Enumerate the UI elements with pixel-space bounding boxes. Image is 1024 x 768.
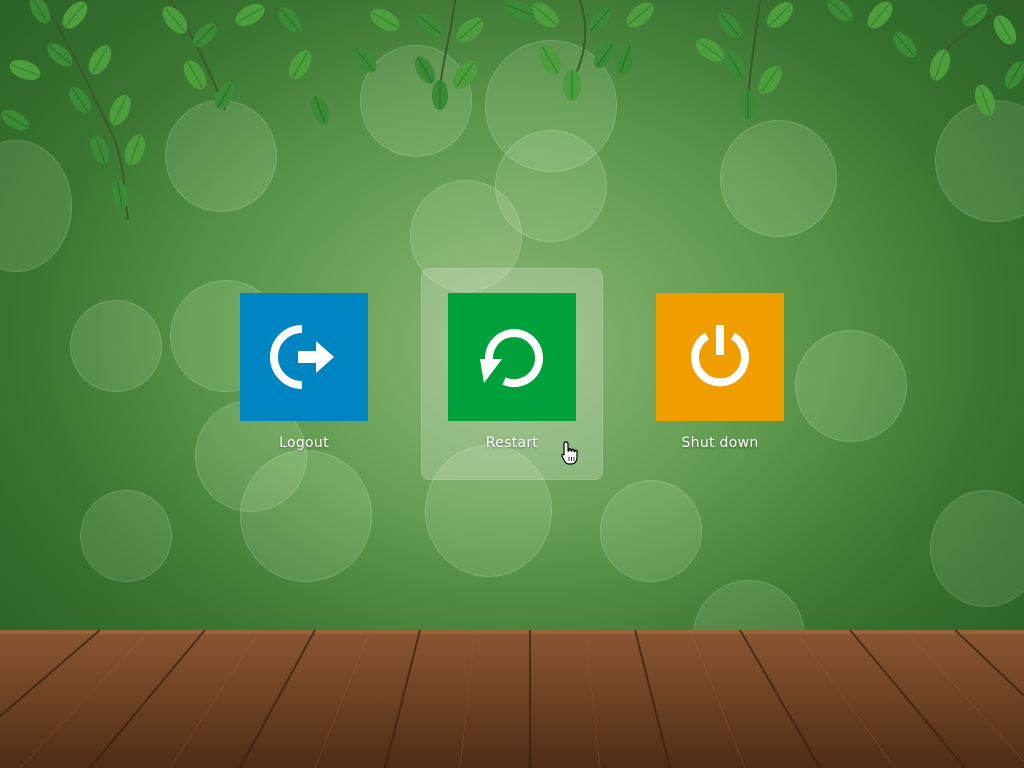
shutdown-tile[interactable] [656,293,784,421]
restart-button[interactable]: Restart [421,268,603,480]
restart-icon [480,329,544,388]
restart-tile[interactable] [448,293,576,421]
foliage-decoration [0,0,1024,221]
restart-label: Restart [485,435,539,451]
logout-button[interactable]: Logout [213,268,395,480]
logout-screen: Logout Restart Shut down [0,0,1024,768]
logout-tile[interactable] [240,293,368,421]
logout-icon [270,325,334,389]
shutdown-label: Shut down [681,435,759,451]
power-icon [691,325,749,387]
logout-label: Logout [279,435,329,451]
shutdown-button[interactable]: Shut down [629,268,811,480]
wooden-floor [0,630,1024,768]
